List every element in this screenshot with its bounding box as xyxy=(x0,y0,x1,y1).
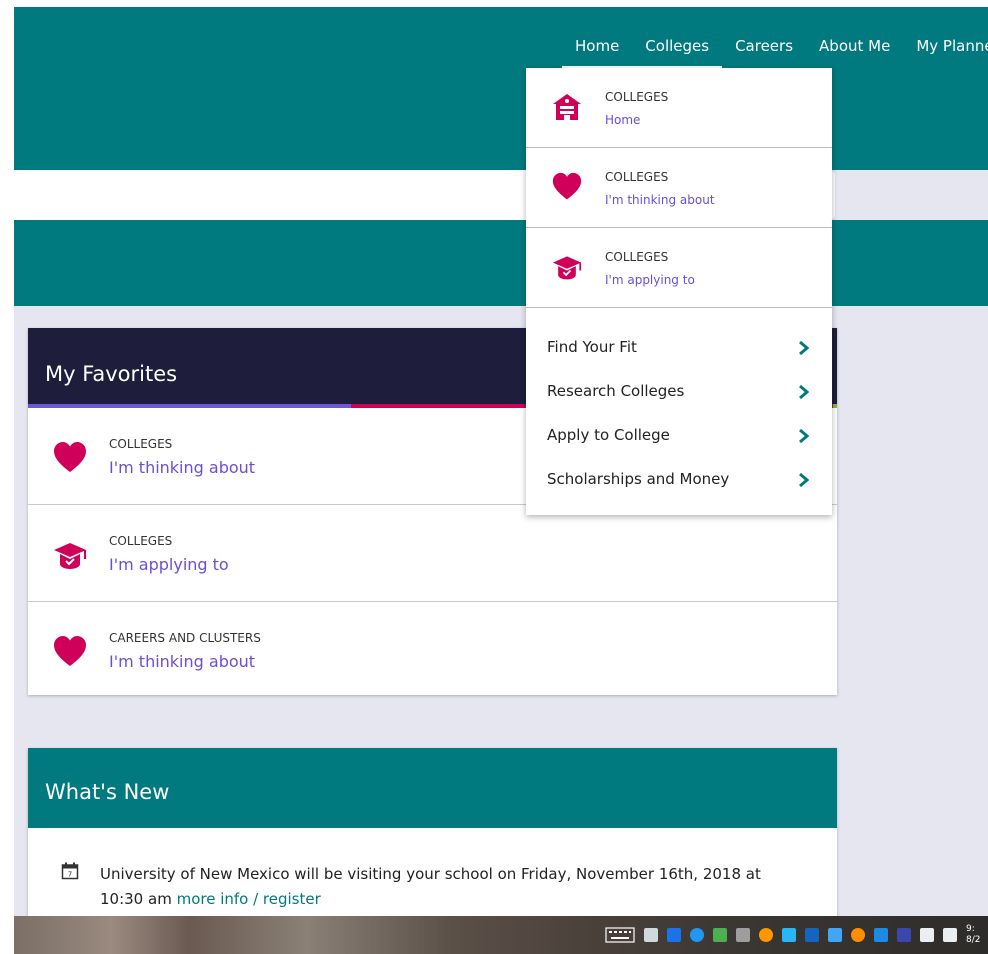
menu-item-label: Find Your Fit xyxy=(547,338,637,356)
chrome-icon[interactable] xyxy=(759,928,773,942)
favorite-link[interactable]: I'm thinking about xyxy=(109,652,255,671)
app-icon[interactable] xyxy=(667,928,681,942)
dropdown-favorite-link[interactable]: I'm thinking about xyxy=(605,193,715,207)
favorites-title: My Favorites xyxy=(45,362,178,386)
whats-new-title: What's New xyxy=(45,780,170,804)
nav-home[interactable]: Home xyxy=(562,38,633,70)
graduation-cap-icon xyxy=(54,543,86,569)
clock-time: 9: xyxy=(966,924,975,934)
menu-item-scholarships-and-money[interactable]: Scholarships and Money xyxy=(526,458,832,502)
favorite-item[interactable]: COLLEGES I'm applying to xyxy=(28,505,837,602)
favorite-item[interactable]: CAREERS AND CLUSTERS I'm thinking about xyxy=(28,602,837,698)
whats-new-card: What's New 7 University of New Mexico wi… xyxy=(28,748,837,916)
heart-icon xyxy=(54,636,86,666)
flash-icon[interactable] xyxy=(736,928,750,942)
cloud-icon[interactable] xyxy=(690,928,704,942)
chevron-right-icon xyxy=(799,340,810,356)
nav-colleges[interactable]: Colleges xyxy=(632,38,722,70)
dropdown-favorite-category: COLLEGES xyxy=(605,170,669,184)
hero-band xyxy=(14,220,988,306)
school-house-icon xyxy=(553,94,581,120)
svg-text:7: 7 xyxy=(68,871,72,879)
calendar-icon: 7 xyxy=(61,862,79,880)
bluetooth-icon[interactable] xyxy=(805,928,819,942)
chevron-right-icon xyxy=(799,472,810,488)
clock[interactable]: 9: 8/2 xyxy=(966,924,980,946)
favorite-link[interactable]: I'm applying to xyxy=(109,555,229,574)
update-icon[interactable] xyxy=(874,928,888,942)
news-item: University of New Mexico will be visitin… xyxy=(100,862,790,912)
heart-icon xyxy=(54,442,86,472)
page: Home Colleges Careers About Me My Planne… xyxy=(14,7,988,916)
heart-icon xyxy=(552,172,582,200)
nav-careers[interactable]: Careers xyxy=(722,38,806,68)
system-tray: 9: 8/2 xyxy=(605,916,988,954)
graduation-cap-icon xyxy=(552,256,582,280)
nav-my-planner[interactable]: My Planne xyxy=(903,38,988,68)
menu-item-find-your-fit[interactable]: Find Your Fit xyxy=(526,326,832,370)
keyboard-icon[interactable] xyxy=(605,927,635,943)
dropdown-favorite-category: COLLEGES xyxy=(605,90,669,104)
header-banner xyxy=(14,7,988,170)
nav-about-me[interactable]: About Me xyxy=(806,38,903,68)
menu-item-label: Apply to College xyxy=(547,426,670,444)
favorite-category: COLLEGES xyxy=(109,437,173,451)
network-icon[interactable] xyxy=(920,928,934,942)
dropdown-favorite-item[interactable]: COLLEGES Home xyxy=(526,68,832,148)
sync-icon[interactable] xyxy=(713,928,727,942)
dropdown-favorite-item[interactable]: COLLEGES I'm applying to xyxy=(526,228,832,308)
shield-icon[interactable] xyxy=(897,928,911,942)
printer-icon[interactable] xyxy=(644,928,658,942)
favorite-category: CAREERS AND CLUSTERS xyxy=(109,631,261,645)
chevron-right-icon xyxy=(799,384,810,400)
dropdown-favorite-link[interactable]: I'm applying to xyxy=(605,273,695,287)
menu-item-label: Scholarships and Money xyxy=(547,470,730,488)
more-info-register-link[interactable]: more info / register xyxy=(177,890,321,908)
menu-item-label: Research Colleges xyxy=(547,382,685,400)
favorite-link[interactable]: I'm thinking about xyxy=(109,458,255,477)
display-icon[interactable] xyxy=(828,928,842,942)
chevron-right-icon xyxy=(799,428,810,444)
dropdown-favorite-category: COLLEGES xyxy=(605,250,669,264)
volume-icon[interactable] xyxy=(943,928,957,942)
storage-icon[interactable] xyxy=(851,928,865,942)
os-taskbar: 9: 8/2 xyxy=(14,916,988,954)
dropdown-favorite-item[interactable]: COLLEGES I'm thinking about xyxy=(526,148,832,228)
colleges-dropdown: COLLEGES Home COLLEGES I'm thinking abou… xyxy=(526,68,832,515)
whats-new-header: What's New xyxy=(28,748,837,828)
menu-item-apply-to-college[interactable]: Apply to College xyxy=(526,414,832,458)
dropdown-favorite-link[interactable]: Home xyxy=(605,113,640,127)
security-icon[interactable] xyxy=(782,928,796,942)
dropdown-menu-links: Find Your Fit Research Colleges Apply to… xyxy=(526,326,832,502)
favorite-category: COLLEGES xyxy=(109,534,173,548)
clock-date: 8/2 xyxy=(966,935,980,945)
menu-item-research-colleges[interactable]: Research Colleges xyxy=(526,370,832,414)
top-nav: Home Colleges Careers About Me My Planne xyxy=(562,38,988,70)
